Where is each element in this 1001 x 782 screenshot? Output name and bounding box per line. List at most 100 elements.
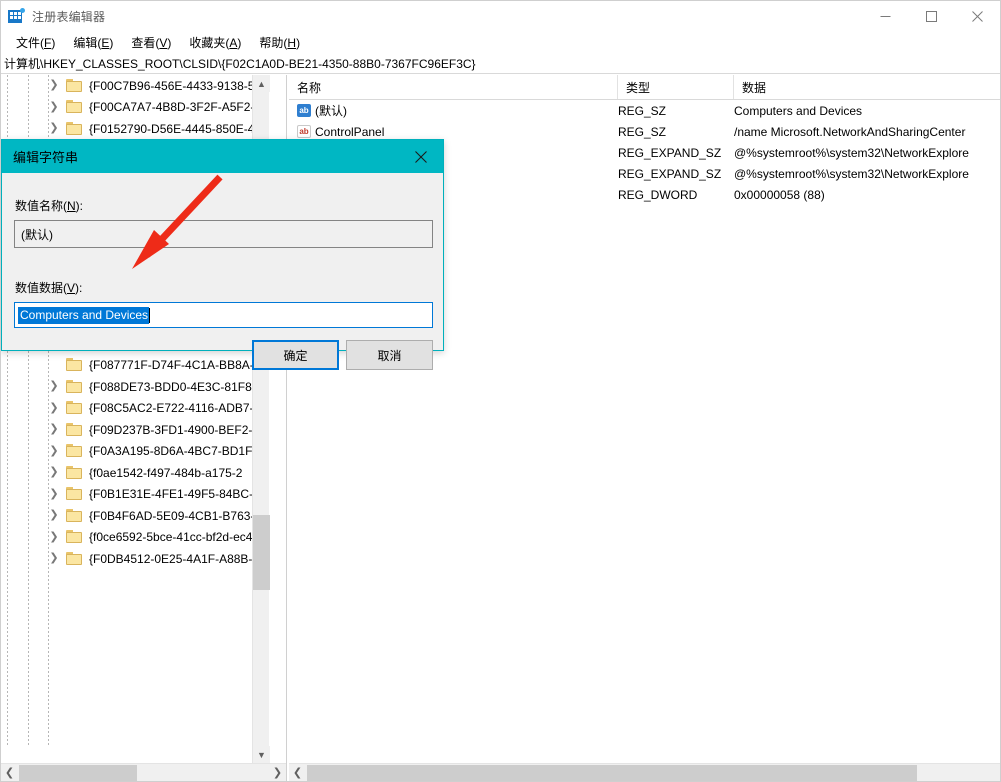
value-name-label: 数值名称(N): bbox=[15, 199, 84, 213]
chevron-right-icon[interactable]: ❯ bbox=[48, 510, 60, 521]
folder-icon bbox=[66, 465, 83, 480]
tree-item[interactable]: ❯ {F08C5AC2-E722-4116-ADB7-C bbox=[1, 398, 269, 420]
tree-horizontal-scrollbar[interactable]: ❮ ❯ bbox=[1, 763, 286, 781]
value-data-label: 数值数据(V): bbox=[15, 281, 83, 295]
value-name-input[interactable]: (默认) bbox=[14, 220, 433, 248]
tree-item-label: {F088DE73-BDD0-4E3C-81F8-6 bbox=[89, 379, 263, 394]
menu-edit[interactable]: 编辑(E) bbox=[64, 32, 122, 53]
close-button[interactable] bbox=[954, 1, 1000, 31]
folder-icon bbox=[66, 401, 83, 415]
menu-view[interactable]: 查看(V) bbox=[122, 32, 180, 53]
tree-item-label: {F08C5AC2-E722-4116-ADB7-C bbox=[89, 401, 263, 416]
folder-icon bbox=[66, 78, 83, 93]
chevron-right-icon[interactable]: ❯ bbox=[48, 381, 60, 392]
registry-editor-icon bbox=[8, 8, 25, 24]
dialog-close-button[interactable] bbox=[399, 141, 443, 173]
cell-data: Computers and Devices bbox=[734, 103, 863, 118]
cell-type: REG_SZ bbox=[618, 124, 667, 139]
maximize-button[interactable] bbox=[908, 1, 954, 31]
column-header-type: 类型 bbox=[618, 75, 734, 99]
tree-item[interactable]: ❯ {F00C7B96-456E-4433-9138-54 bbox=[1, 75, 269, 97]
tree-item-label: {f0ae1542-f497-484b-a175-2 bbox=[89, 465, 243, 480]
tree-item-label: {F0B4F6AD-5E09-4CB1-B763-E bbox=[89, 508, 263, 523]
scroll-up-icon[interactable]: ▲ bbox=[253, 75, 270, 92]
menu-file[interactable]: 文件(F) bbox=[7, 32, 64, 53]
registry-path: 计算机\HKEY_CLASSES_ROOT\CLSID\{F02C1A0D-BE… bbox=[4, 56, 476, 71]
list-hscroll-thumb[interactable] bbox=[307, 765, 917, 781]
tree-item-label: {F0152790-D56E-4445-850E-4F bbox=[89, 121, 262, 136]
cell-type: REG_EXPAND_SZ bbox=[618, 145, 722, 160]
menu-favorites[interactable]: 收藏夹(A) bbox=[180, 32, 250, 53]
tree-item[interactable]: ❯ {f0ce6592-5bce-41cc-bf2d-ec4 bbox=[1, 527, 269, 549]
menubar: 文件(F) 编辑(E) 查看(V) 收藏夹(A) 帮助(H) bbox=[1, 31, 1000, 53]
tree-item[interactable]: ❯ {F0A3A195-8D6A-4BC7-BD1F-3 bbox=[1, 441, 269, 463]
chevron-right-icon[interactable]: ❯ bbox=[48, 123, 60, 134]
chevron-right-icon[interactable]: ❯ bbox=[48, 488, 60, 500]
tree-item[interactable]: ❯ {F09D237B-3FD1-4900-BEF2-3 bbox=[1, 419, 269, 441]
tree-item[interactable]: ❯ {F088DE73-BDD0-4E3C-81F8-6 bbox=[1, 376, 269, 398]
cancel-button[interactable]: 取消 bbox=[346, 340, 433, 370]
tree-item[interactable]: ❯ {F0152790-D56E-4445-850E-4F bbox=[1, 118, 269, 140]
value-data-text: Computers and Devices bbox=[18, 306, 150, 324]
cell-type: REG_EXPAND_SZ bbox=[618, 166, 722, 181]
cell-type: REG_SZ bbox=[618, 103, 667, 118]
tree-item[interactable]: ❯ {F00CA7A7-4B8D-3F2F-A5F2-C bbox=[1, 97, 269, 119]
value-name: (默认) bbox=[315, 104, 347, 118]
chevron-right-icon[interactable]: ❯ bbox=[48, 402, 60, 414]
scroll-right-icon[interactable]: ❯ bbox=[269, 764, 286, 781]
cell-data: @%systemroot%\system32\NetworkExplore bbox=[734, 166, 969, 181]
scroll-down-icon[interactable]: ▼ bbox=[253, 746, 270, 763]
tree-item[interactable]: ❯ {F0B1E31E-4FE1-49F5-84BC-4E bbox=[1, 484, 269, 506]
folder-icon bbox=[66, 358, 83, 372]
tree-item-label: {F0B1E31E-4FE1-49F5-84BC-4E bbox=[89, 487, 268, 502]
minimize-icon bbox=[880, 15, 890, 17]
tree-item[interactable]: ❯ {F0DB4512-0E25-4A1F-A88B-8 bbox=[1, 548, 269, 570]
titlebar: 注册表编辑器 bbox=[1, 1, 1000, 31]
list-scroll-left-icon[interactable]: ❮ bbox=[289, 764, 306, 781]
maximize-icon bbox=[925, 10, 937, 22]
menu-help[interactable]: 帮助(H) bbox=[250, 32, 309, 53]
tree-item-label: {F087771F-D74F-4C1A-BB8A-E bbox=[89, 358, 262, 373]
registry-editor-window: 注册表编辑器 文件(F) 编辑(E) 查看(V) 收藏夹(A) 帮助(H) 计算… bbox=[0, 0, 1001, 782]
scroll-left-icon[interactable]: ❮ bbox=[1, 764, 18, 781]
cell-data: /name Microsoft.NetworkAndSharingCenter bbox=[734, 124, 966, 139]
list-column-headers: 名称 类型 数据 bbox=[289, 75, 1000, 100]
string-value-icon: ab bbox=[297, 125, 311, 138]
table-row[interactable]: ab (默认) REG_SZ Computers and Devices bbox=[289, 100, 1000, 121]
edit-string-dialog: 编辑字符串 数值名称(N): (默认) 数值数据(V): Computers a… bbox=[1, 139, 444, 370]
value-data-input[interactable]: Computers and Devices bbox=[14, 302, 433, 328]
tree-item-label: {F00C7B96-456E-4433-9138-54 bbox=[89, 78, 262, 93]
tree-item[interactable]: {F087771F-D74F-4C1A-BB8A-E bbox=[1, 355, 269, 377]
tree-item-label: {F09D237B-3FD1-4900-BEF2-3 bbox=[89, 422, 260, 437]
close-icon bbox=[415, 150, 427, 163]
tree-item[interactable]: ❯ {F0B4F6AD-5E09-4CB1-B763-E bbox=[1, 505, 269, 527]
list-horizontal-scrollbar[interactable]: ❮ bbox=[289, 763, 1000, 781]
chevron-right-icon[interactable]: ❯ bbox=[48, 531, 60, 543]
address-bar[interactable]: 计算机\HKEY_CLASSES_ROOT\CLSID\{F02C1A0D-BE… bbox=[1, 53, 1000, 74]
chevron-right-icon[interactable]: ❯ bbox=[48, 553, 60, 564]
menu-help-accel: H bbox=[287, 35, 297, 50]
minimize-button[interactable] bbox=[862, 1, 908, 31]
dialog-body: 数值名称(N): (默认) 数值数据(V): Computers and Dev… bbox=[2, 173, 443, 370]
chevron-right-icon[interactable]: ❯ bbox=[48, 101, 60, 113]
tree-vscroll-thumb[interactable] bbox=[253, 515, 270, 590]
chevron-right-icon[interactable]: ❯ bbox=[48, 467, 60, 478]
ok-button[interactable]: 确定 bbox=[252, 340, 339, 370]
folder-icon bbox=[66, 508, 83, 523]
tree-item-label: {F00CA7A7-4B8D-3F2F-A5F2-C bbox=[89, 100, 264, 115]
cell-data: @%systemroot%\system32\NetworkExplore bbox=[734, 145, 969, 160]
chevron-right-icon[interactable]: ❯ bbox=[48, 445, 60, 457]
chevron-right-icon[interactable]: ❯ bbox=[48, 424, 60, 435]
value-name: ControlPanel bbox=[315, 124, 385, 139]
tree-item[interactable]: ❯ {f0ae1542-f497-484b-a175-2 bbox=[1, 462, 269, 484]
chevron-right-icon[interactable]: ❯ bbox=[48, 80, 60, 91]
value-name-text: (默认) bbox=[21, 227, 53, 242]
text-caret bbox=[149, 307, 151, 323]
window-title: 注册表编辑器 bbox=[32, 9, 106, 24]
folder-icon bbox=[66, 121, 83, 136]
cell-name: ab (默认) bbox=[289, 102, 347, 119]
folder-icon bbox=[66, 379, 83, 394]
tree-hscroll-thumb[interactable] bbox=[19, 765, 137, 781]
tree-item-label: {F0DB4512-0E25-4A1F-A88B-8 bbox=[89, 551, 260, 566]
folder-icon bbox=[66, 530, 83, 544]
